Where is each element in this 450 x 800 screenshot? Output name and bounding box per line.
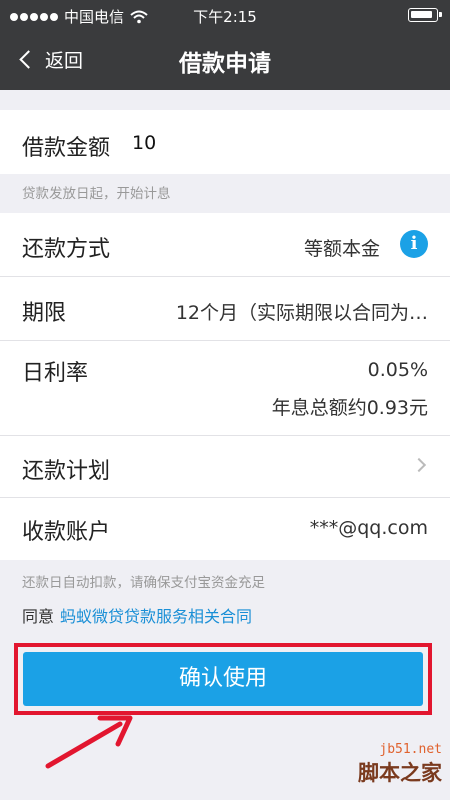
repay-method-row[interactable]: 还款方式 等额本金 i (0, 213, 450, 277)
watermark-name: 脚本之家 (358, 761, 442, 785)
account-label: 收款账户 (22, 520, 111, 545)
battery-icon (408, 8, 442, 22)
annotation-arrow-icon (45, 715, 133, 769)
repay-plan-row[interactable]: 还款计划 (0, 436, 450, 498)
rate-label: 日利率 (22, 361, 89, 386)
repay-method-value: 等额本金 (303, 238, 380, 260)
repay-method-label: 还款方式 (22, 237, 111, 262)
loan-amount-card: 借款金额 10 (0, 110, 450, 174)
watermark: jb51.net 脚本之家 (358, 742, 442, 787)
rate-value: 0.05% (367, 359, 428, 381)
term-value: 12个月（实际期限以合同为… (175, 302, 428, 324)
chevron-right-icon (411, 457, 427, 473)
amount-label: 借款金额 (22, 136, 111, 161)
agreement-line: 同意 蚂蚁微贷贷款服务相关合同 (22, 603, 252, 627)
term-label: 期限 (22, 301, 67, 326)
interest-total: 年息总额约0.93元 (271, 397, 428, 419)
status-bar: 中国电信 下午2:15 (0, 0, 450, 30)
term-row: 期限 12个月（实际期限以合同为… (0, 277, 450, 341)
account-value: ***@qq.com (309, 517, 428, 539)
loan-details-card: 还款方式 等额本金 i 期限 12个月（实际期限以合同为… 日利率 0.05% … (0, 213, 450, 560)
contract-link[interactable]: 蚂蚁微贷贷款服务相关合同 (60, 607, 252, 626)
repay-plan-label: 还款计划 (22, 459, 111, 484)
agree-prefix: 同意 (22, 607, 55, 626)
info-icon[interactable]: i (400, 230, 428, 258)
status-time: 下午2:15 (193, 8, 257, 26)
nav-bar: 返回 借款申请 (0, 30, 450, 90)
auto-debit-hint: 还款日自动扣款，请确保支付宝资金充足 (22, 575, 265, 591)
amount-input[interactable]: 10 (132, 132, 156, 154)
amount-hint: 贷款发放日起，开始计息 (22, 186, 171, 202)
confirm-button[interactable]: 确认使用 (23, 652, 423, 706)
page-title: 借款申请 (179, 51, 271, 77)
account-row: 收款账户 ***@qq.com (0, 498, 450, 560)
watermark-url: jb51.net (379, 742, 442, 757)
rate-row: 日利率 0.05% 年息总额约0.93元 (0, 341, 450, 436)
highlight-box: 确认使用 (14, 643, 432, 715)
